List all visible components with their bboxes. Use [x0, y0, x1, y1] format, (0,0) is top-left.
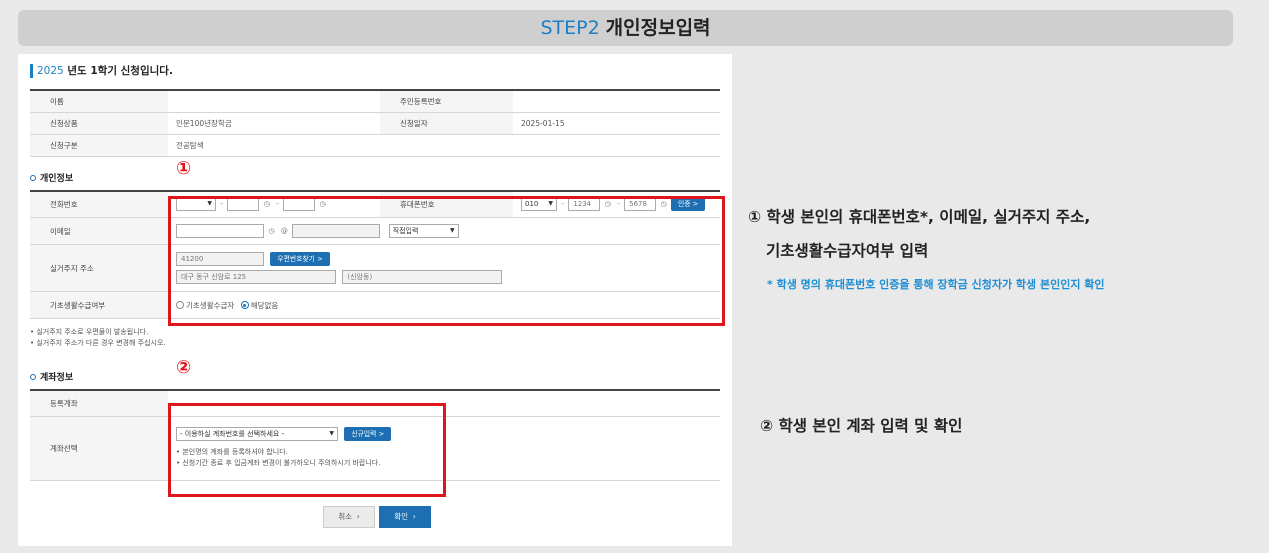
- account-section-title: 계좌정보 ②: [30, 357, 722, 389]
- personal-section-label: 개인정보: [40, 173, 74, 184]
- annotation-1-note: * 학생 명의 휴대폰번호 인증을 통해 장학금 신청자가 학생 본인인지 확인: [767, 278, 1105, 291]
- account-select-label: 계좌선택: [30, 416, 168, 481]
- bullet-icon: [30, 174, 36, 181]
- note-item: • 실거주지 주소가 다른 경우 변경해 주십시오.: [30, 339, 166, 347]
- note-item: • 실거주지 주소로 우편물이 발송됩니다.: [30, 328, 149, 336]
- annotation-2: ② 학생 본인 계좌 입력 및 확인: [760, 417, 963, 435]
- product-label: 신청상품: [30, 112, 168, 135]
- product-value: 인문100년장학금: [168, 112, 380, 135]
- confirm-button-label: 확인: [394, 512, 409, 521]
- apply-date-value: 2025-01-15: [513, 112, 720, 135]
- apply-type-label: 신청구분: [30, 134, 168, 157]
- name-value: [168, 90, 380, 113]
- applicant-info-table: 이름 주민등록번호 신청상품 인문100년장학금 신청일자 2025-01-15…: [30, 89, 720, 157]
- apply-date-label: 신청일자: [380, 112, 513, 135]
- form-buttons: 취소 › 확인 ›: [323, 504, 431, 528]
- rrn-label: 주민등록번호: [380, 90, 513, 113]
- phone-label: 전화번호: [30, 190, 168, 218]
- basic-living-label: 기초생활수급여부: [30, 291, 168, 319]
- registered-account-label: 등록계좌: [30, 390, 168, 417]
- address-label: 실거주지 주소: [30, 244, 168, 292]
- cancel-button-label: 취소: [338, 512, 353, 521]
- highlight-box-account: [168, 403, 446, 497]
- rrn-value: [513, 90, 720, 113]
- email-label: 이메일: [30, 217, 168, 245]
- table-row: 신청상품 인문100년장학금 신청일자 2025-01-15: [30, 112, 720, 135]
- marker-1: ①: [176, 157, 192, 179]
- step-header: STEP2 개인정보입력: [18, 10, 1233, 46]
- address-notes: • 실거주지 주소로 우편물이 발송됩니다. • 실거주지 주소가 다른 경우 …: [30, 327, 722, 349]
- annotation-1-line1: ① 학생 본인의 휴대폰번호*, 이메일, 실거주지 주소,: [748, 208, 1091, 226]
- step-title: 개인정보입력: [605, 17, 711, 39]
- confirm-button[interactable]: 확인 ›: [379, 506, 431, 528]
- table-row: 신청구분 전공탐색: [30, 134, 720, 157]
- apply-type-value: 전공탐색: [168, 134, 720, 157]
- table-row: 이름 주민등록번호: [30, 90, 720, 113]
- personal-section-title: 개인정보 ①: [30, 158, 722, 190]
- highlight-box-personal: [168, 196, 725, 326]
- name-label: 이름: [30, 90, 168, 113]
- marker-2: ②: [176, 357, 192, 378]
- bullet-icon: [30, 374, 36, 380]
- step-number: STEP2: [540, 17, 600, 39]
- semester-year: 2025: [37, 65, 64, 77]
- semester-text: 년도 1학기 신청입니다.: [67, 65, 173, 77]
- cancel-button[interactable]: 취소 ›: [323, 506, 375, 528]
- semester-title: 2025 년도 1학기 신청입니다.: [30, 64, 722, 78]
- account-section-label: 계좌정보: [40, 373, 74, 383]
- annotation-1-line2: 기초생활수급자여부 입력: [766, 242, 929, 260]
